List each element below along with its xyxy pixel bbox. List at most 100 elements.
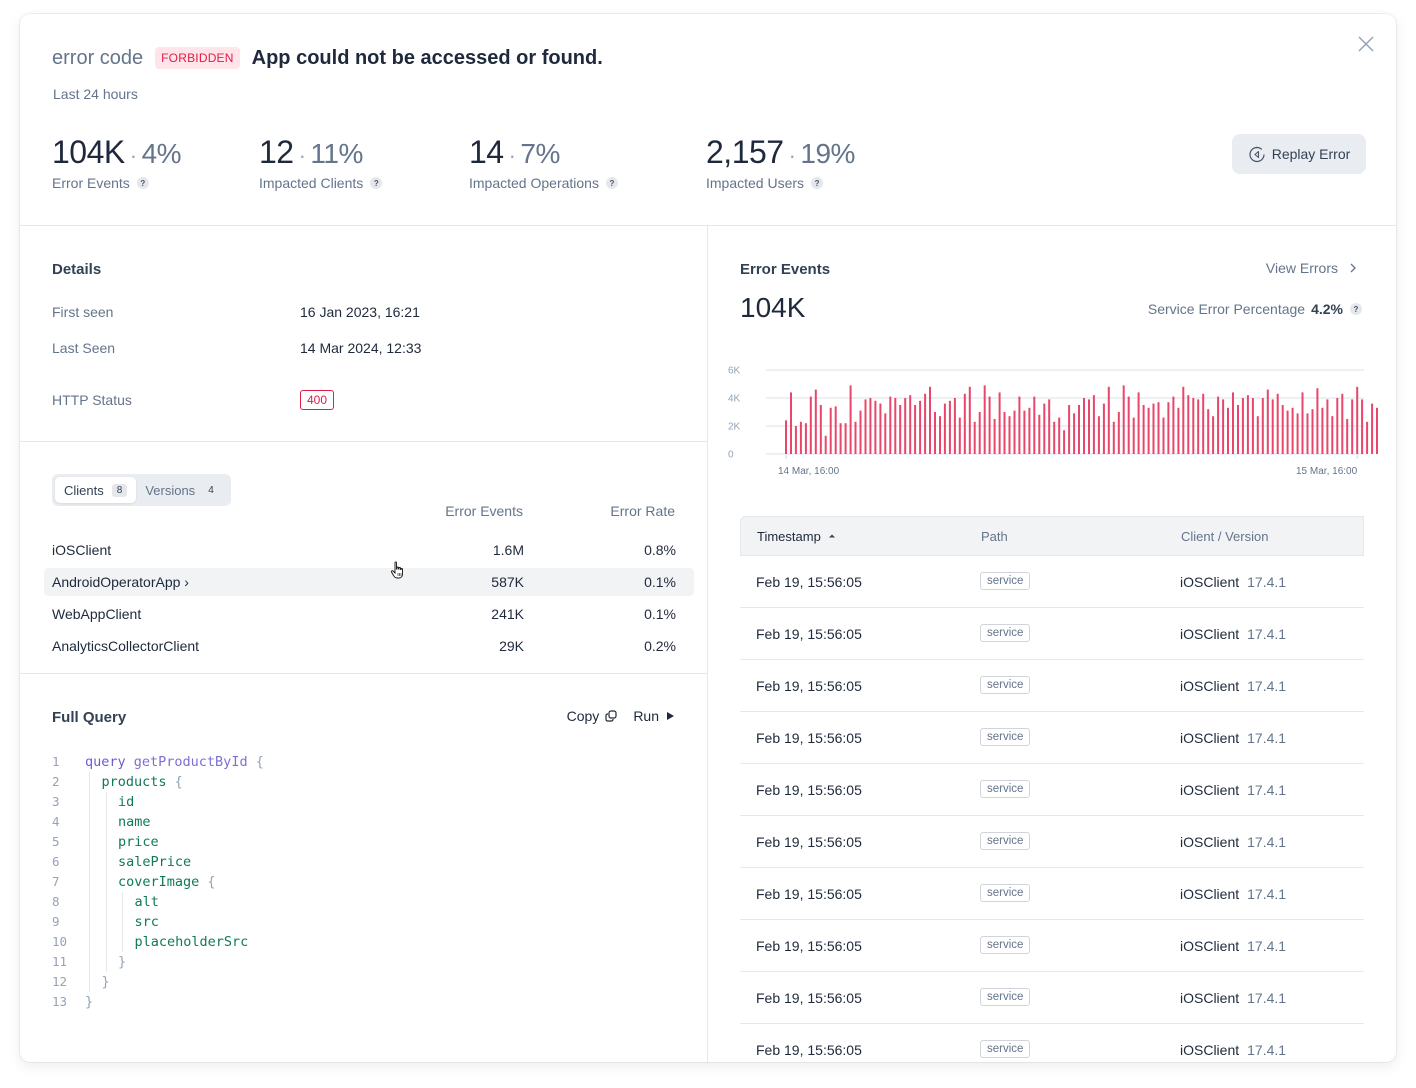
chart-bar[interactable]	[869, 398, 872, 454]
chart-bar[interactable]	[1207, 409, 1210, 454]
chart-bar[interactable]	[829, 407, 832, 454]
help-icon[interactable]: ?	[370, 177, 383, 189]
chart-bar[interactable]	[1167, 402, 1170, 454]
chart-bar[interactable]	[1127, 396, 1130, 454]
chart-bar[interactable]	[1053, 421, 1056, 454]
chart-bar[interactable]	[1301, 392, 1304, 454]
chart-bar[interactable]	[1321, 407, 1324, 454]
chart-bar[interactable]	[988, 396, 991, 454]
chart-bar[interactable]	[963, 393, 966, 454]
client-row[interactable]: iOSClient 1.6M 0.8%	[44, 536, 694, 564]
chart-bar[interactable]	[1256, 416, 1259, 454]
chart-bar[interactable]	[1331, 416, 1334, 454]
client-row[interactable]: WebAppClient 241K 0.1%	[44, 600, 694, 628]
chart-bar[interactable]	[1018, 396, 1021, 454]
col-header-client-version[interactable]: Client / Version	[1181, 529, 1268, 544]
chart-bar[interactable]	[1073, 413, 1076, 454]
table-row[interactable]: Feb 19, 15:56:05 service iOSClient 17.4.1	[740, 608, 1364, 660]
chart-bar[interactable]	[864, 399, 867, 454]
chart-bar[interactable]	[978, 412, 981, 454]
help-icon[interactable]: ?	[136, 177, 149, 189]
chart-bar[interactable]	[983, 385, 986, 454]
chart-bar[interactable]	[1122, 385, 1125, 454]
chart-bar[interactable]	[834, 406, 837, 454]
help-icon[interactable]: ?	[811, 177, 824, 189]
chart-bar[interactable]	[879, 403, 882, 454]
chart-bar[interactable]	[958, 417, 961, 454]
chart-bar[interactable]	[1152, 403, 1155, 454]
chart-bar[interactable]	[884, 413, 887, 454]
chart-bar[interactable]	[1341, 393, 1344, 454]
help-icon[interactable]: ?	[605, 177, 618, 189]
table-row[interactable]: Feb 19, 15:56:05 service iOSClient 17.4.1	[740, 1024, 1364, 1062]
chart-bar[interactable]	[914, 405, 917, 454]
chart-bar[interactable]	[1058, 417, 1061, 454]
chart-bar[interactable]	[1366, 421, 1369, 454]
chart-bar[interactable]	[1132, 417, 1135, 454]
close-button[interactable]	[1356, 34, 1376, 54]
table-row[interactable]: Feb 19, 15:56:05 service iOSClient 17.4.1	[740, 972, 1364, 1024]
chart-bar[interactable]	[1117, 412, 1120, 454]
col-header-error-events[interactable]: Error Events	[445, 503, 523, 519]
client-row[interactable]: AnalyticsCollectorClient 29K 0.2%	[44, 632, 694, 660]
time-range[interactable]: Last 24 hours	[53, 86, 138, 102]
chart-bar[interactable]	[1326, 399, 1329, 454]
chart-bar[interactable]	[1112, 421, 1115, 454]
chart-bar[interactable]	[790, 392, 792, 454]
chart-bar[interactable]	[1162, 417, 1165, 454]
chart-bar[interactable]	[1192, 398, 1195, 454]
chart-bar[interactable]	[889, 396, 892, 454]
chart-bar[interactable]	[1013, 410, 1016, 454]
tab-versions[interactable]: Versions 4	[136, 477, 227, 503]
chart-bar[interactable]	[1043, 403, 1046, 454]
chart-bar[interactable]	[1033, 396, 1036, 454]
copy-button[interactable]: Copy	[567, 708, 618, 724]
chart-bar[interactable]	[1092, 395, 1095, 454]
chart-bar[interactable]	[968, 386, 971, 454]
chart-bar[interactable]	[1227, 407, 1229, 454]
tab-clients[interactable]: Clients 8	[55, 477, 137, 503]
chart-bar[interactable]	[839, 423, 842, 454]
table-row[interactable]: Feb 19, 15:56:05 service iOSClient 17.4.1	[740, 868, 1364, 920]
table-row[interactable]: Feb 19, 15:56:05 service iOSClient 17.4.1	[740, 556, 1364, 608]
chart-bar[interactable]	[1157, 402, 1160, 454]
table-row[interactable]: Feb 19, 15:56:05 service iOSClient 17.4.1	[740, 920, 1364, 972]
chart-bar[interactable]	[939, 416, 941, 454]
chart-bar[interactable]	[1202, 393, 1205, 454]
col-header-timestamp[interactable]: Timestamp	[757, 529, 837, 544]
chart-bar[interactable]	[1142, 405, 1145, 454]
chart-bar[interactable]	[1088, 399, 1090, 454]
chart-bar[interactable]	[1137, 392, 1140, 454]
chart-bar[interactable]	[1172, 396, 1175, 454]
chart-bar[interactable]	[794, 426, 797, 454]
chart-bar[interactable]	[909, 395, 912, 454]
chart-bar[interactable]	[824, 435, 827, 454]
chart-bar[interactable]	[1316, 388, 1319, 454]
chart-bar[interactable]	[1251, 398, 1254, 454]
chart-bar[interactable]	[1361, 399, 1364, 454]
chart-bar[interactable]	[1102, 403, 1105, 454]
chart-bar[interactable]	[1246, 395, 1249, 454]
chart-bar[interactable]	[1212, 416, 1215, 454]
chart-bar[interactable]	[1351, 399, 1354, 454]
chart-bar[interactable]	[1306, 413, 1309, 454]
chart-bar[interactable]	[1038, 414, 1041, 454]
chart-bar[interactable]	[943, 403, 946, 454]
chart-bar[interactable]	[1187, 395, 1190, 454]
chart-bar[interactable]	[1003, 412, 1006, 454]
chart-bar[interactable]	[814, 389, 817, 454]
table-row[interactable]: Feb 19, 15:56:05 service iOSClient 17.4.1	[740, 816, 1364, 868]
chart-bar[interactable]	[1063, 430, 1066, 454]
chart-bar[interactable]	[1276, 393, 1279, 454]
client-row[interactable]: AndroidOperatorApp › 587K 0.1%	[44, 568, 694, 596]
chart-bar[interactable]	[1107, 386, 1110, 454]
chart-bar[interactable]	[1097, 416, 1100, 454]
chart-bar[interactable]	[1028, 407, 1031, 454]
table-row[interactable]: Feb 19, 15:56:05 service iOSClient 17.4.1	[740, 660, 1364, 712]
chart-bar[interactable]	[1356, 386, 1359, 454]
chart-bar[interactable]	[1266, 389, 1269, 454]
chart-bar[interactable]	[1068, 405, 1071, 454]
chart-bar[interactable]	[809, 396, 812, 454]
chart-bar[interactable]	[1147, 407, 1150, 454]
chart-bar[interactable]	[1346, 419, 1349, 454]
